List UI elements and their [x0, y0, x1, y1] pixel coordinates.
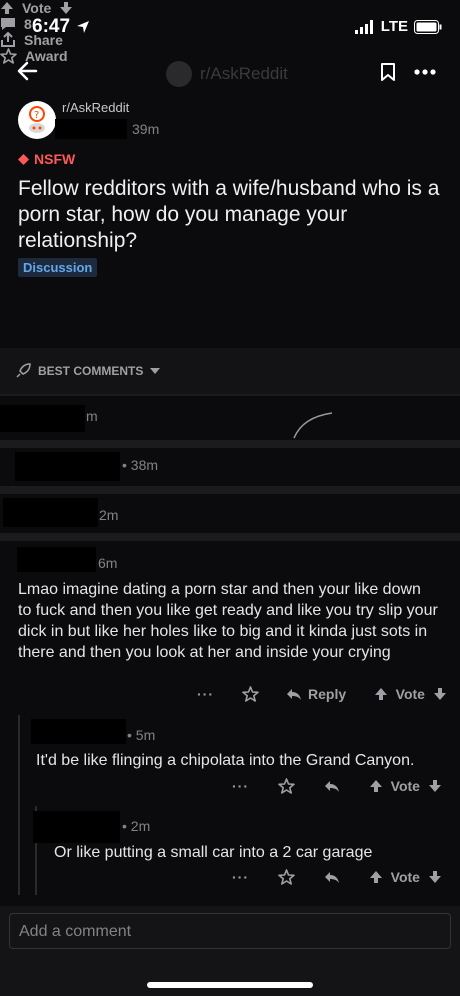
redacted-username: [17, 547, 96, 572]
post-title: Fellow redditors with a wife/husband who…: [18, 177, 440, 252]
downvote-icon[interactable]: [428, 779, 442, 793]
sort-label: BEST COMMENTS: [38, 363, 144, 378]
scribble-mark: [293, 412, 333, 439]
nsfw-tag: NSFW: [18, 151, 75, 167]
nsfw-label: NSFW: [34, 151, 76, 167]
post-time: 39m: [132, 121, 160, 137]
nested-reply-vote-label: Vote: [390, 869, 420, 885]
share-icon: [1, 32, 15, 47]
post-subreddit[interactable]: r/AskReddit: [62, 100, 129, 115]
upvote-icon[interactable]: [369, 779, 383, 793]
upvote-icon[interactable]: [0, 1, 14, 15]
comment-vote-group: Vote: [374, 686, 447, 702]
comment-actions: ··· Reply Vote: [197, 686, 447, 702]
downvote-icon[interactable]: [433, 687, 447, 701]
downvote-icon[interactable]: [59, 1, 73, 15]
more-icon[interactable]: ···: [232, 778, 249, 794]
battery-icon: [414, 19, 442, 34]
redacted-username: [31, 719, 126, 744]
nested-reply-text: Or like putting a small car into a 2 car…: [54, 844, 373, 861]
chevron-down-icon: [150, 367, 161, 374]
reply-vote-label: Vote: [390, 778, 420, 794]
award-icon[interactable]: [241, 686, 259, 702]
rocket-icon: [16, 363, 31, 378]
back-arrow-icon[interactable]: [16, 60, 38, 82]
reply-arrow-icon[interactable]: [324, 780, 340, 793]
divider: [0, 440, 460, 448]
reply-text: It'd be like flinging a chipolata into t…: [36, 752, 415, 769]
sort-comments-button[interactable]: BEST COMMENTS: [16, 363, 161, 378]
reply-button[interactable]: Reply: [286, 686, 346, 702]
subreddit-avatar[interactable]: ?: [18, 101, 56, 139]
reply-actions: ··· Vote: [232, 778, 442, 794]
reply-label: Reply: [308, 686, 347, 702]
status-indicators: LTE: [354, 18, 442, 35]
comment-time: 6m: [98, 555, 118, 571]
redacted-username: [33, 811, 120, 843]
upvote-icon[interactable]: [374, 687, 388, 701]
reply-arrow-icon: [287, 688, 302, 700]
post-vote-group: Vote: [0, 0, 460, 16]
downvote-icon[interactable]: [428, 870, 442, 884]
reply-time: • 5m: [127, 727, 156, 743]
reply-vote-group: Vote: [369, 778, 442, 794]
collapsed-comment-time: 2m: [99, 507, 119, 523]
post-vote-label: Vote: [22, 0, 52, 16]
more-icon[interactable]: ···: [197, 686, 214, 702]
post-flair[interactable]: Discussion: [18, 258, 98, 277]
comments-count: 8: [24, 16, 32, 32]
redacted-username: [55, 119, 127, 139]
reply-arrow-icon[interactable]: [324, 871, 340, 884]
nsfw-diamond-icon: [18, 153, 29, 165]
thread-line[interactable]: [18, 715, 20, 895]
divider: [0, 486, 460, 494]
comment-bubble-icon: [1, 18, 15, 30]
signal-icon: [354, 19, 373, 34]
nav-subreddit-label: r/AskReddit: [200, 64, 288, 83]
collapsed-comment-time: • 38m: [122, 457, 159, 473]
subreddit-logo-icon: [166, 61, 192, 87]
bookmark-icon[interactable]: [380, 62, 396, 82]
more-options-icon[interactable]: [414, 69, 436, 75]
nested-reply-actions: ··· Vote: [232, 869, 442, 885]
redacted-username: [15, 452, 120, 481]
nested-reply-vote-group: Vote: [369, 869, 442, 885]
collapsed-comment-time: m: [86, 408, 98, 424]
nested-reply-time: • 2m: [122, 818, 151, 834]
divider: [0, 533, 460, 541]
svg-text:?: ?: [34, 110, 39, 121]
askreddit-logo-icon: ?: [19, 102, 55, 138]
award-icon: [0, 48, 17, 64]
network-label: LTE: [380, 18, 408, 35]
comment-text: Lmao imagine dating a porn star and then…: [18, 581, 438, 661]
divider: [0, 394, 460, 396]
award-icon[interactable]: [278, 869, 295, 885]
home-indicator[interactable]: [147, 982, 313, 988]
location-arrow-icon: [77, 21, 89, 33]
upvote-icon[interactable]: [369, 870, 383, 884]
comment-input[interactable]: Add a comment: [9, 913, 451, 949]
nav-subreddit[interactable]: r/AskReddit: [166, 61, 288, 87]
status-time: 6:47: [32, 16, 71, 37]
redacted-username: [0, 405, 85, 432]
redacted-username: [3, 498, 98, 527]
award-icon[interactable]: [278, 778, 295, 794]
comment-vote-label: Vote: [395, 686, 425, 702]
more-icon[interactable]: ···: [232, 869, 249, 885]
